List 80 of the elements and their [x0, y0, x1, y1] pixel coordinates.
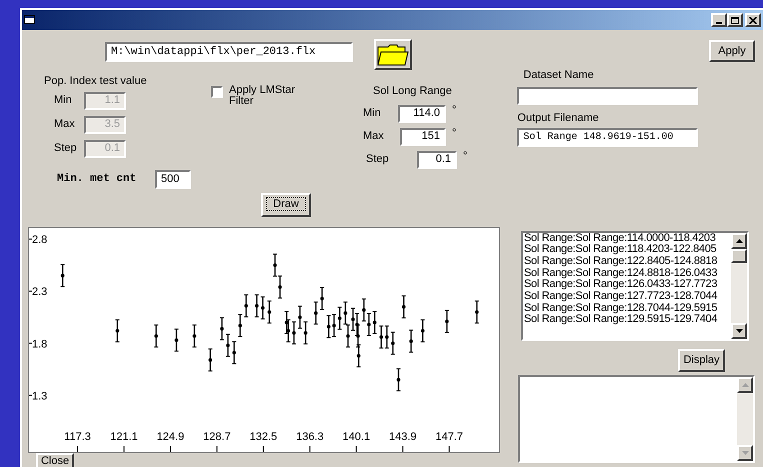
minimize-button[interactable]	[711, 13, 727, 27]
tick-label: 132.5	[250, 430, 278, 442]
number-field[interactable]: 0.1	[417, 150, 457, 168]
degree-unit: °	[452, 103, 456, 118]
field-label: Max	[54, 117, 76, 132]
degree-unit: °	[463, 149, 468, 164]
field-label: Min. met cnt	[57, 172, 138, 187]
number-field[interactable]: 151	[400, 128, 446, 146]
tick-label: 140.1	[342, 430, 370, 442]
checkbox[interactable]	[211, 86, 223, 98]
section-heading: Sol Long Range	[373, 84, 453, 99]
scroll-thumb[interactable]	[731, 248, 747, 262]
list-item[interactable]: Sol Range:Sol Range:129.5915-129.7404	[524, 314, 730, 326]
field-label: Dataset Name	[523, 68, 595, 83]
tick-label: 121.1	[110, 430, 138, 442]
down-arrow-icon	[742, 450, 748, 454]
tick-label: 147.7	[435, 430, 463, 442]
close-tab[interactable]: Close	[36, 452, 74, 466]
field-label: Step	[54, 141, 78, 156]
degree-unit: °	[452, 126, 456, 142]
tick-mark	[448, 445, 450, 452]
text-area[interactable]	[518, 374, 755, 462]
field-label: Max	[363, 129, 385, 144]
tick-label: 128.7	[203, 430, 231, 442]
field-label: Step	[366, 152, 390, 168]
tick-label: 1.3	[32, 390, 48, 402]
up-arrow-icon	[736, 238, 742, 242]
up-arrow-icon	[742, 382, 748, 386]
tick-label: 2.3	[32, 286, 48, 298]
tick-mark	[216, 445, 218, 452]
list-item[interactable]: Sol Range:Sol Range:124.8818-126.0433	[524, 268, 730, 280]
list-item[interactable]: Sol Range:Sol Range:118.4203-122.8405	[524, 244, 730, 256]
field-label: Output Filename	[517, 110, 600, 126]
tick-mark	[170, 445, 171, 452]
tick-mark	[356, 445, 357, 452]
tick-mark	[77, 445, 78, 452]
scroll-up-button[interactable]	[737, 376, 753, 392]
folder-icon	[377, 44, 409, 66]
scroll-down-button[interactable]	[731, 322, 747, 338]
display-button[interactable]: Display	[678, 348, 725, 372]
field-label: Min	[54, 93, 73, 108]
tick-mark	[29, 290, 32, 292]
scrollbar[interactable]	[731, 232, 747, 338]
tick-mark	[29, 342, 32, 344]
list-item[interactable]: Sol Range:Sol Range:114.0000-118.4203	[524, 232, 730, 244]
tick-label: 1.8	[32, 338, 48, 350]
close-button[interactable]	[745, 13, 761, 27]
tick-label: 136.3	[296, 430, 324, 442]
count-field[interactable]: 500	[155, 170, 191, 188]
scroll-up-button[interactable]	[731, 232, 747, 248]
tick-label: 117.3	[64, 430, 91, 442]
number-field[interactable]: 114.0	[398, 104, 446, 122]
close-icon	[749, 16, 757, 24]
tick-label: 2.8	[32, 234, 48, 246]
scrollbar[interactable]	[737, 376, 753, 460]
tick-label: 143.9	[389, 430, 417, 442]
maximize-icon	[731, 16, 739, 24]
down-arrow-icon	[736, 328, 742, 332]
section-heading: Pop. Index test value	[44, 74, 148, 89]
tick-label: 124.9	[156, 430, 184, 442]
maximize-button[interactable]	[727, 13, 743, 27]
tick-mark	[29, 238, 32, 240]
list-item[interactable]: Sol Range:Sol Range:127.7723-128.7044	[524, 291, 730, 303]
apply-button[interactable]: Apply	[709, 40, 755, 62]
list-item[interactable]: Sol Range:Sol Range:122.8405-124.8818	[524, 256, 730, 268]
file-path-field[interactable]: M:\win\datappi\flx\per_2013.flx	[105, 42, 353, 62]
dataset-name-field[interactable]	[517, 86, 698, 104]
field-label: Min	[363, 106, 382, 122]
tick-mark	[262, 445, 264, 452]
tick-mark	[402, 445, 404, 452]
checkbox-label: Apply LMStar Filter	[229, 85, 296, 107]
tick-mark	[29, 394, 32, 396]
list-item[interactable]: Sol Range:Sol Range:128.7044-129.5915	[524, 302, 730, 314]
tick-mark	[309, 445, 310, 452]
draw-button[interactable]: Draw	[261, 192, 311, 216]
scroll-down-button[interactable]	[737, 444, 753, 460]
output-filename-field[interactable]: Sol Range 148.9619-151.00	[517, 128, 698, 147]
window-icon	[24, 15, 36, 25]
list-item[interactable]: Sol Range:Sol Range:126.0433-127.7723	[524, 279, 730, 292]
open-folder-button[interactable]	[374, 39, 412, 70]
